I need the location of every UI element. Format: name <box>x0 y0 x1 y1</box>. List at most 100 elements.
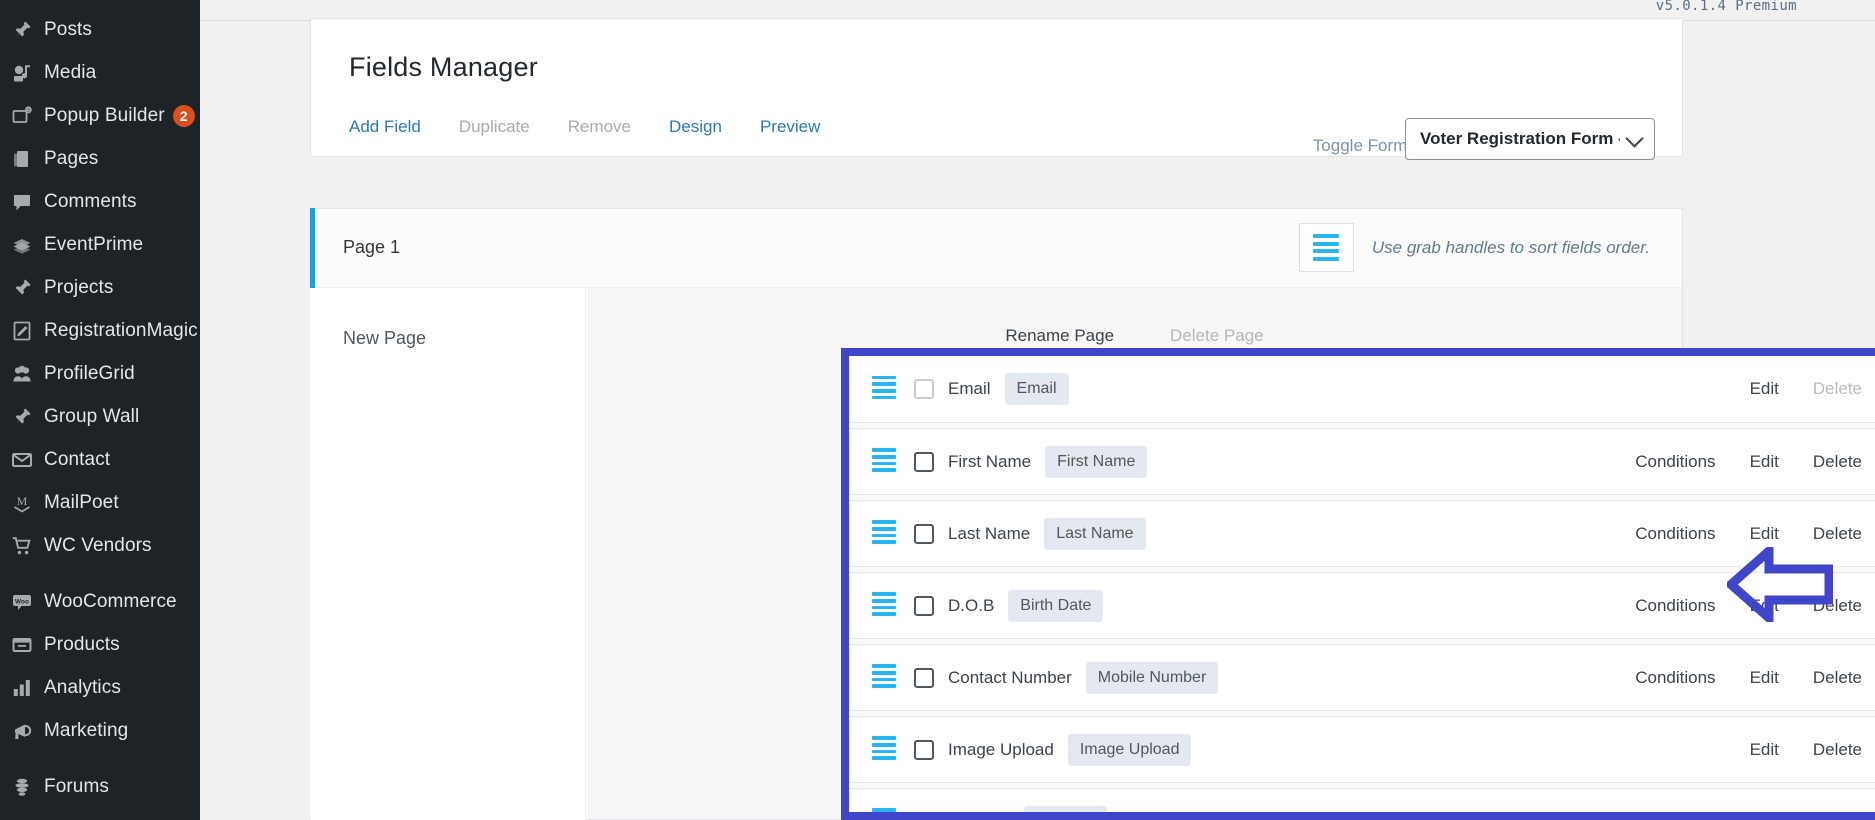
grab-handle-icon[interactable] <box>872 375 896 402</box>
field-row-actions: Conditions Edit Delete <box>1635 668 1862 688</box>
cart-icon <box>12 536 44 556</box>
action-design[interactable]: Design <box>669 117 722 137</box>
action-duplicate[interactable]: Duplicate <box>459 117 530 137</box>
sidebar-item-posts[interactable]: Posts <box>0 8 200 51</box>
woo-icon: Woo <box>12 592 44 612</box>
sidebar-item-projects[interactable]: Projects <box>0 266 200 309</box>
registration-icon <box>12 321 44 341</box>
field-conditions-button[interactable]: Conditions <box>1635 668 1715 688</box>
field-edit-button[interactable]: Edit <box>1750 740 1779 760</box>
page-list-column: New Page <box>311 288 586 820</box>
field-select-checkbox[interactable] <box>914 595 934 616</box>
page-tab-page-1[interactable]: Page 1 <box>343 237 400 258</box>
field-name-label: Last Name <box>948 523 1031 543</box>
app-screen: Posts Media Popup Builder 2 Pages Comments Eve… <box>0 0 1875 820</box>
field-conditions-button[interactable]: Conditions <box>1635 452 1715 472</box>
delete-page-button[interactable]: Delete Page <box>1170 326 1264 346</box>
sidebar-item-eventprime[interactable]: EventPrime <box>0 223 200 266</box>
sidebar-item-label: RegistrationMagic <box>44 319 198 341</box>
sidebar-item-registrationmagic[interactable]: RegistrationMagic <box>0 309 200 352</box>
sidebar-item-products[interactable]: Products <box>0 623 200 666</box>
field-conditions-button[interactable]: Conditions <box>1635 524 1715 544</box>
field-delete-button[interactable]: Delete <box>1813 524 1862 544</box>
grab-handle-demo-button[interactable] <box>1298 223 1354 272</box>
sidebar-item-contact[interactable]: Contact <box>0 438 200 481</box>
sidebar-item-pages[interactable]: Pages <box>0 137 200 180</box>
page-actions: Rename Page Delete Page <box>587 326 1682 346</box>
field-delete-button[interactable]: Delete <box>1813 452 1862 472</box>
field-type-tag: Last Name <box>1044 517 1146 550</box>
grab-handle-icon[interactable] <box>872 664 896 690</box>
sidebar-item-wc-vendors[interactable]: WC Vendors <box>0 524 200 567</box>
sidebar-item-label: WC Vendors <box>44 534 152 556</box>
field-name-label: Contact Number <box>948 667 1072 687</box>
field-edit-button[interactable]: Edit <box>1750 452 1779 472</box>
sidebar-item-profilegrid[interactable]: ProfileGrid <box>0 352 200 395</box>
left-arrow-annotation-icon <box>1724 541 1834 628</box>
plugin-version-label: v5.0.1.4 Premium <box>1655 0 1797 14</box>
page-tab-row: Page 1 Use grab handles to sort fields o… <box>310 209 1682 288</box>
field-select-checkbox[interactable] <box>914 739 934 760</box>
sidebar-item-label: MailPoet <box>44 491 119 513</box>
field-conditions-button[interactable]: Conditions <box>1635 596 1715 616</box>
field-name-label: First Name <box>948 451 1032 471</box>
field-select-checkbox[interactable] <box>914 523 934 544</box>
form-select-value: Voter Registration Form -A... <box>1420 129 1620 148</box>
field-row: First Name First Name Conditions Edit Delete <box>849 428 1875 495</box>
field-select-checkbox[interactable] <box>914 811 934 812</box>
action-remove[interactable]: Remove <box>568 117 631 137</box>
sidebar-item-comments[interactable]: Comments <box>0 180 200 223</box>
field-row: Last Name Last Name Conditions Edit Delete <box>849 500 1875 567</box>
sidebar-item-mailpoet[interactable]: M MailPoet <box>0 481 200 524</box>
sidebar-item-marketing[interactable]: Marketing <box>0 709 200 752</box>
field-row-actions: Conditions Edit Delete <box>1635 452 1862 472</box>
field-select-checkbox[interactable] <box>914 451 934 472</box>
analytics-icon <box>12 678 44 698</box>
field-select-checkbox[interactable] <box>914 667 934 688</box>
hamburger-icon <box>1313 234 1340 261</box>
field-row: D.O.B Birth Date Conditions Edit Delete <box>849 572 1875 639</box>
sidebar-item-media[interactable]: Media <box>0 51 200 94</box>
field-delete-button[interactable]: Delete <box>1813 379 1862 399</box>
field-edit-button[interactable]: Edit <box>1750 524 1779 544</box>
field-delete-button[interactable]: Delete <box>1813 668 1862 688</box>
pin-icon <box>12 20 44 40</box>
field-name-label: Image Upload <box>948 739 1054 759</box>
sidebar-item-label: Forums <box>44 775 109 797</box>
grab-handle-icon[interactable] <box>872 808 896 812</box>
field-delete-button[interactable]: Delete <box>1813 740 1862 760</box>
sidebar-item-forums[interactable]: Forums <box>0 765 200 808</box>
field-edit-button[interactable]: Edit <box>1750 379 1779 399</box>
field-edit-button[interactable]: Edit <box>1750 812 1779 813</box>
main-content: v5.0.1.4 Premium Fields Manager Add Fiel… <box>200 0 1875 820</box>
sidebar-item-label: Posts <box>44 18 93 40</box>
svg-text:M: M <box>17 494 28 508</box>
new-page-button[interactable]: New Page <box>343 328 426 349</box>
sidebar-item-label: Analytics <box>44 676 121 698</box>
grab-handle-icon[interactable] <box>872 520 896 546</box>
grab-handle-icon[interactable] <box>872 592 896 618</box>
rename-page-button[interactable]: Rename Page <box>1005 326 1114 346</box>
sidebar-item-badge: 2 <box>172 104 195 127</box>
sidebar-item-woocommerce[interactable]: Woo WooCommerce <box>0 580 200 623</box>
grab-handle-icon[interactable] <box>872 736 896 762</box>
sidebar-item-analytics[interactable]: Analytics <box>0 666 200 709</box>
grab-handle-icon[interactable] <box>872 448 896 474</box>
action-preview[interactable]: Preview <box>760 117 820 137</box>
grab-hint-text: Use grab handles to sort fields order. <box>1371 237 1650 257</box>
field-select-checkbox[interactable] <box>914 379 934 399</box>
field-type-tag: Mobile Number <box>1085 661 1219 694</box>
field-delete-button[interactable]: Delete <box>1813 812 1862 813</box>
popup-icon <box>12 105 44 126</box>
form-select-dropdown[interactable]: Voter Registration Form -A... <box>1405 118 1655 160</box>
fields-list-highlight-box: Email Email Edit Delete First Name First Name… <box>841 348 1875 820</box>
action-add-field[interactable]: Add Field <box>349 117 421 137</box>
sidebar-item-group-wall[interactable]: Group Wall <box>0 395 200 438</box>
sidebar-item-label: ProfileGrid <box>44 362 135 384</box>
sidebar-item-popup-builder[interactable]: Popup Builder 2 <box>0 94 200 137</box>
field-row-actions: Edit Delete <box>1750 379 1862 399</box>
admin-sidebar: Posts Media Popup Builder 2 Pages Comments Eve… <box>0 0 200 820</box>
svg-text:Woo: Woo <box>15 598 29 605</box>
field-edit-button[interactable]: Edit <box>1750 668 1779 688</box>
header-action-bar: Add Field Duplicate Remove Design Previe… <box>349 117 820 137</box>
